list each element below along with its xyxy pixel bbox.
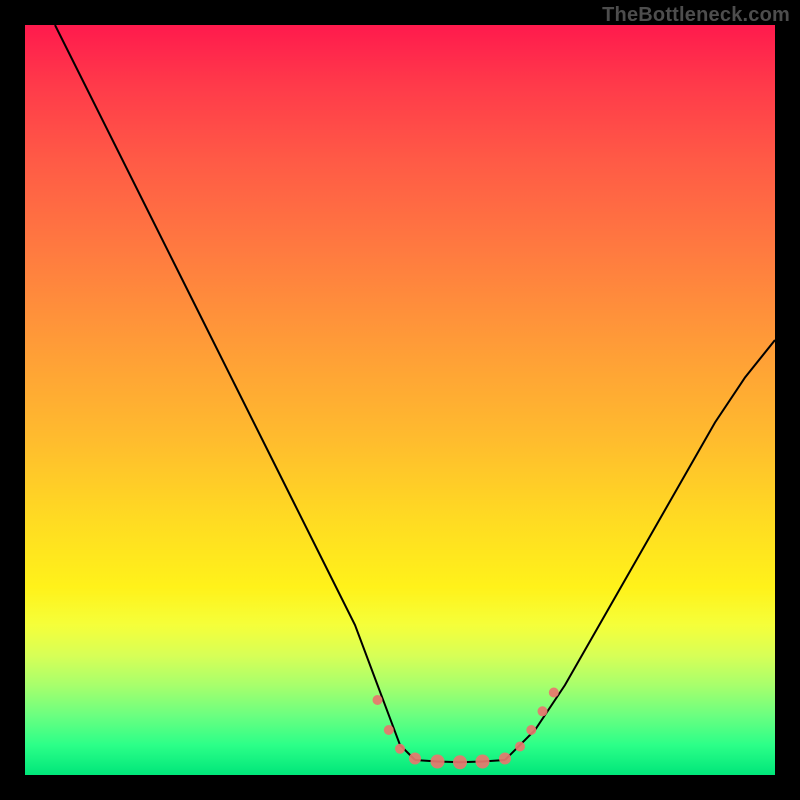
marker-dot [431,755,445,769]
bottleneck-curve-left [55,25,415,760]
marker-dot [384,725,394,735]
marker-dot [373,695,383,705]
marker-dot [395,744,405,754]
marker-dot [409,753,421,765]
bottleneck-curve-right [505,340,775,760]
marker-dot [538,706,548,716]
marker-dot [526,725,536,735]
marker-dot [499,753,511,765]
chart-frame: TheBottleneck.com [0,0,800,800]
curve-layer [25,25,775,775]
marker-dot [453,755,467,769]
marker-dot [515,742,525,752]
marker-dot [549,688,559,698]
watermark-text: TheBottleneck.com [602,4,790,27]
plot-area [25,25,775,775]
marker-dot [476,755,490,769]
bottom-marker-group [373,688,559,770]
